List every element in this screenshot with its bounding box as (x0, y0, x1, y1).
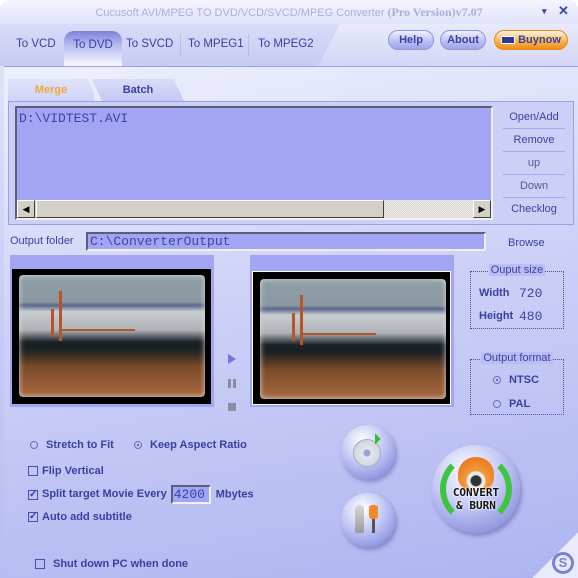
tools-icon (355, 505, 381, 535)
bridge-tower (59, 291, 62, 341)
stretch-radio[interactable] (30, 441, 38, 450)
remove-button[interactable]: Remove (503, 129, 565, 152)
bridge-tower (292, 313, 295, 341)
screwdriver-icon (369, 505, 378, 519)
shutdown-label: Shut down PC when done (53, 558, 189, 570)
output-format-group: Output format NTSC PAL (470, 352, 564, 415)
screwdriver-shaft (372, 519, 375, 533)
keep-aspect-radio[interactable] (134, 441, 142, 450)
tab-separator (180, 34, 181, 56)
browse-button[interactable]: Browse (508, 237, 545, 249)
buynow-label: Buynow (518, 34, 561, 46)
tab-to-mpeg1[interactable]: To MPEG1 (188, 38, 244, 50)
play-icon[interactable] (228, 354, 236, 364)
tab-to-vcd[interactable]: To VCD (16, 38, 56, 50)
import-disc-button[interactable] (341, 425, 395, 479)
cucusoft-logo-icon[interactable]: S (552, 552, 574, 574)
pal-radio[interactable] (493, 400, 501, 409)
ntsc-option[interactable]: NTSC (493, 374, 539, 386)
split-size-input[interactable]: 4200 (170, 485, 211, 504)
burn-label: & BURN (456, 499, 496, 512)
pal-label: PAL (509, 398, 531, 410)
flip-vertical-checkbox[interactable] (28, 466, 38, 477)
move-up-button[interactable]: up (503, 152, 565, 175)
output-folder-label: Output folder (10, 235, 74, 247)
open-add-button[interactable]: Open/Add (503, 106, 565, 129)
tab-bar: To VCD To DVD To SVCD To MPEG1 To MPEG2 … (0, 24, 578, 66)
height-label: Height (479, 310, 514, 322)
output-preview (250, 255, 454, 407)
flip-vertical-label: Flip Vertical (42, 465, 104, 477)
convert-burn-button[interactable]: CONVERT & BURN (432, 445, 520, 533)
output-format-title: Output format (481, 352, 553, 364)
title-edition: (Pro Version) (387, 5, 456, 19)
height-value[interactable]: 480 (519, 309, 542, 324)
stretch-label: Stretch to Fit (46, 439, 114, 451)
checklog-button[interactable]: Checklog (503, 198, 565, 221)
title-text: Cucusoft AVI/MPEG TO DVD/VCD/SVCD/MPEG C… (95, 7, 388, 19)
about-button[interactable]: About (440, 30, 486, 50)
close-icon[interactable]: ✕ (558, 3, 569, 19)
bridge-tower (300, 295, 303, 345)
scroll-right-icon[interactable]: ▶ (473, 200, 491, 218)
output-folder-input[interactable]: C:\ConverterOutput (86, 232, 486, 251)
convert-label: CONVERT (452, 486, 500, 499)
split-label: Split target Movie Every (42, 488, 167, 501)
minimize-icon[interactable]: ▾ (542, 6, 547, 17)
pal-option[interactable]: PAL (493, 398, 530, 410)
output-size-group: Ouput size Width 720 Height 480 (470, 264, 564, 329)
stretch-to-fit-option[interactable]: Stretch to Fit (30, 439, 114, 451)
file-panel: D:\VIDTEST.AVI ◀ ▶ Open/Add Remove up Do… (8, 101, 574, 225)
tab-to-svcd[interactable]: To SVCD (126, 38, 173, 50)
split-unit-label: Mbytes (215, 488, 254, 501)
title-bar: Cucusoft AVI/MPEG TO DVD/VCD/SVCD/MPEG C… (0, 0, 578, 24)
horizontal-scrollbar[interactable]: ◀ ▶ (17, 200, 491, 218)
output-preview-image (260, 279, 446, 399)
tab-to-mpeg2[interactable]: To MPEG2 (258, 38, 314, 50)
tools-button[interactable] (341, 493, 395, 547)
disc-import-icon (353, 439, 381, 467)
subtab-batch[interactable]: Batch (92, 79, 184, 101)
shutdown-option[interactable]: Shut down PC when done (35, 558, 188, 570)
title-version: v7.07 (455, 5, 483, 19)
file-actions: Open/Add Remove up Down Checklog (497, 106, 571, 221)
pause-icon[interactable] (228, 379, 236, 388)
help-button[interactable]: Help (388, 30, 434, 50)
ntsc-label: NTSC (509, 374, 539, 386)
auto-subtitle-label: Auto add subtitle (42, 511, 132, 523)
bridge-deck (61, 329, 135, 331)
scroll-left-icon[interactable]: ◀ (17, 200, 35, 218)
ntsc-radio[interactable] (493, 376, 501, 385)
app-window: Cucusoft AVI/MPEG TO DVD/VCD/SVCD/MPEG C… (0, 0, 578, 578)
wrench-icon (355, 505, 364, 533)
visa-card-icon (501, 36, 516, 45)
subtab-merge[interactable]: Merge (8, 79, 94, 101)
split-checkbox[interactable]: ✓ (28, 489, 38, 500)
tab-separator (248, 34, 249, 56)
bridge-tower (51, 309, 54, 337)
main-panel: Merge Batch D:\VIDTEST.AVI ◀ ▶ Open/Add … (4, 66, 578, 578)
flip-vertical-option[interactable]: Flip Vertical (28, 465, 104, 477)
output-size-title: Ouput size (488, 264, 546, 276)
split-option[interactable]: ✓ Split target Movie Every 4200 Mbytes (28, 485, 254, 504)
source-preview (10, 255, 214, 407)
keep-aspect-label: Keep Aspect Ratio (150, 439, 247, 451)
file-list[interactable]: D:\VIDTEST.AVI ◀ ▶ (15, 106, 493, 220)
file-list-item[interactable]: D:\VIDTEST.AVI (19, 111, 128, 126)
scrollbar-track[interactable] (384, 200, 473, 218)
stop-icon[interactable] (228, 403, 236, 411)
shutdown-checkbox[interactable] (35, 559, 45, 570)
scrollbar-thumb[interactable] (36, 200, 384, 218)
source-preview-image (19, 275, 205, 397)
bridge-deck (302, 333, 376, 335)
tab-to-dvd[interactable]: To DVD (64, 31, 122, 66)
move-down-button[interactable]: Down (503, 175, 565, 198)
width-label: Width (479, 287, 510, 299)
keep-aspect-option[interactable]: Keep Aspect Ratio (134, 439, 247, 451)
width-value[interactable]: 720 (519, 286, 542, 301)
auto-subtitle-checkbox[interactable]: ✓ (28, 512, 38, 523)
buynow-button[interactable]: Buynow (494, 30, 568, 50)
window-title: Cucusoft AVI/MPEG TO DVD/VCD/SVCD/MPEG C… (0, 5, 578, 20)
auto-subtitle-option[interactable]: ✓ Auto add subtitle (28, 511, 132, 523)
